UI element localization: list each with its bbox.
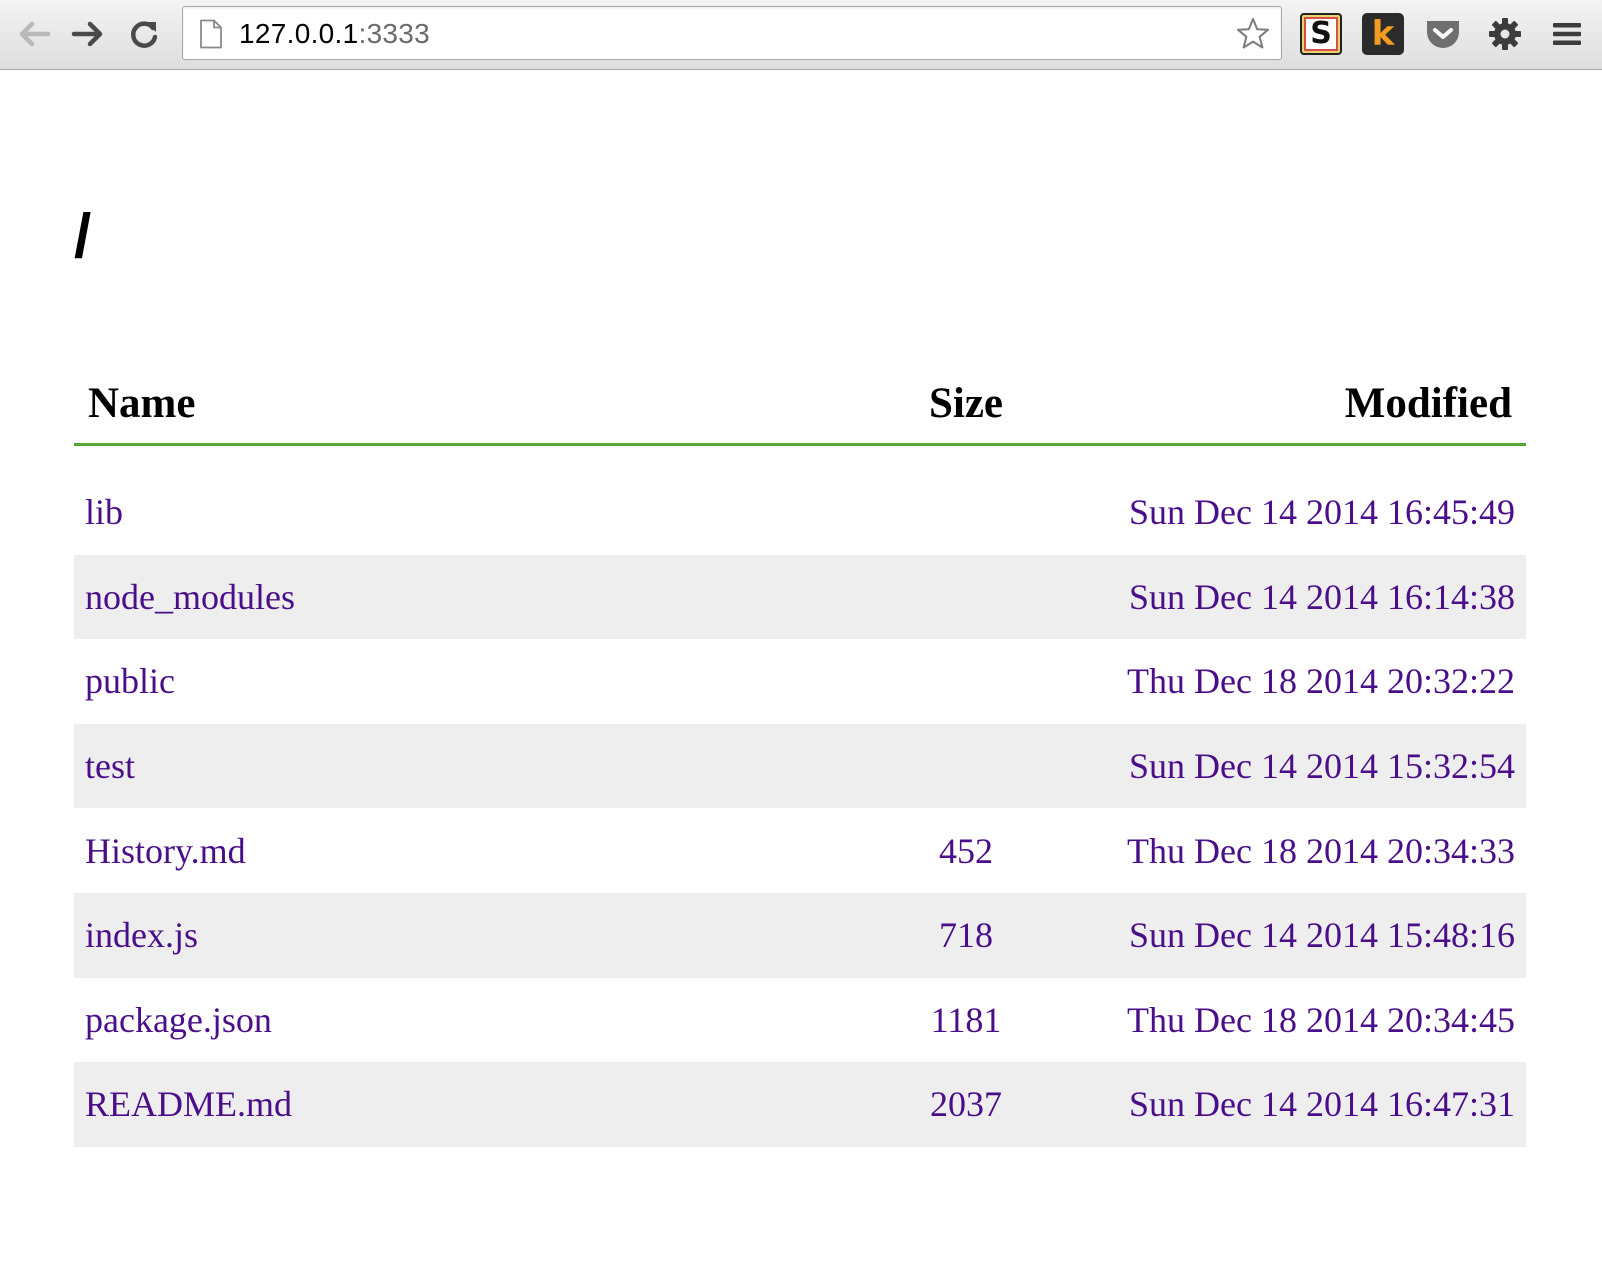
pocket-icon [1427,21,1459,48]
gear-icon [1489,18,1521,50]
bookmark-star-icon[interactable] [1235,16,1271,52]
column-header-size: Size [928,380,1004,427]
file-modified: Thu Dec 18 2014 20:34:33 [1127,830,1515,871]
column-header-name: Name [88,380,196,427]
back-button[interactable] [14,14,54,54]
table-row: test Sun Dec 14 2014 15:32:54 [74,723,1526,809]
reload-button[interactable] [124,14,164,54]
file-size: 2037 [930,1084,1002,1125]
file-link[interactable]: History.md [85,831,246,871]
table-row: lib Sun Dec 14 2014 16:45:49 [74,470,1526,555]
file-modified: Sun Dec 14 2014 15:32:54 [1129,746,1515,787]
extension-k-button[interactable]: k [1362,13,1404,55]
reload-icon [131,21,158,48]
file-modified: Sun Dec 14 2014 16:47:31 [1129,1084,1515,1125]
extension-s-icon: S [1304,17,1338,51]
file-link[interactable]: test [85,746,135,786]
url-host: 127.0.0.1 [239,18,359,49]
file-listing-table: Name Size Modified lib Sun Dec 14 2014 1… [74,360,1526,1147]
pocket-button[interactable] [1422,13,1464,55]
column-header-modified: Modified [1344,380,1512,427]
file-link[interactable]: index.js [85,915,198,955]
file-modified: Thu Dec 18 2014 20:34:45 [1127,999,1515,1040]
table-header: Name Size Modified [74,360,1526,446]
url-port: :3333 [358,18,431,49]
extension-k-icon: k [1371,14,1395,54]
address-bar[interactable]: 127.0.0.1:3333 [182,6,1282,60]
table-row: public Thu Dec 18 2014 20:32:22 [74,639,1526,724]
table-row: README.md 2037 Sun Dec 14 2014 16:47:31 [74,1062,1526,1147]
page-title: / [74,202,92,271]
file-link[interactable]: package.json [85,1000,272,1040]
arrow-left-icon [19,21,51,47]
file-link[interactable]: node_modules [85,577,295,617]
file-size: 1181 [930,999,1002,1040]
browser-toolbar: 127.0.0.1:3333 S k [0,0,1602,70]
file-modified: Sun Dec 14 2014 16:14:38 [1129,576,1515,617]
table-row: package.json 1181 Thu Dec 18 2014 20:34:… [74,978,1526,1063]
file-link[interactable]: public [85,661,175,701]
file-size: 718 [939,915,993,956]
forward-button[interactable] [68,14,108,54]
menu-button[interactable] [1546,13,1588,55]
table-row: node_modules Sun Dec 14 2014 16:14:38 [74,554,1526,640]
page-icon [200,19,222,49]
file-link[interactable]: README.md [85,1084,292,1124]
hamburger-menu-icon [1553,23,1581,45]
page-content: / Name Size Modified lib Sun Dec 14 2014… [0,70,1602,1282]
file-modified: Thu Dec 18 2014 20:32:22 [1127,661,1515,702]
url-text[interactable]: 127.0.0.1:3333 [239,18,430,50]
extension-s-button[interactable]: S [1300,13,1342,55]
file-link[interactable]: lib [85,492,123,532]
arrow-right-icon [71,21,103,47]
table-body: lib Sun Dec 14 2014 16:45:49 node_module… [74,470,1526,1147]
file-size: 452 [939,830,993,871]
table-row: History.md 452 Thu Dec 18 2014 20:34:33 [74,808,1526,893]
file-modified: Sun Dec 14 2014 15:48:16 [1129,915,1515,956]
settings-button[interactable] [1484,13,1526,55]
table-row: index.js 718 Sun Dec 14 2014 15:48:16 [74,892,1526,978]
file-modified: Sun Dec 14 2014 16:45:49 [1129,492,1515,533]
